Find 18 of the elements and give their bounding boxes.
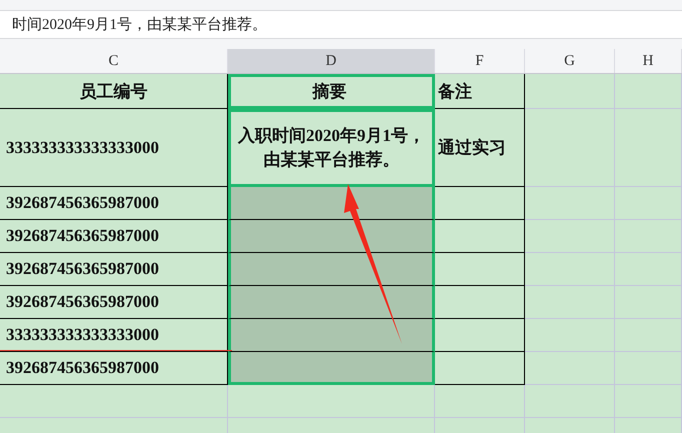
table-cell: [615, 253, 682, 286]
table-cell: [615, 74, 682, 109]
table-cell: [615, 220, 682, 253]
column-header[interactable]: D: [228, 49, 435, 73]
column-header[interactable]: H: [615, 49, 682, 73]
table-cell: [615, 385, 682, 418]
table-cell: [615, 187, 682, 220]
formula-bar[interactable]: 时间2020年9月1号，由某某平台推荐。: [0, 10, 682, 39]
column-title: 备注: [435, 74, 525, 109]
table-cell: [615, 319, 682, 352]
column-header[interactable]: G: [525, 49, 615, 73]
table-cell: [615, 352, 682, 385]
column-title: 摘要: [228, 74, 435, 109]
formula-text: 时间2020年9月1号，由某某平台推荐。: [12, 16, 267, 34]
column-header[interactable]: F: [435, 49, 525, 73]
table-cell: [615, 286, 682, 319]
table-cell: 通过实习: [435, 109, 525, 187]
table-cell: 入职时间2020年9月1号，由某某平台推荐。: [228, 109, 435, 187]
